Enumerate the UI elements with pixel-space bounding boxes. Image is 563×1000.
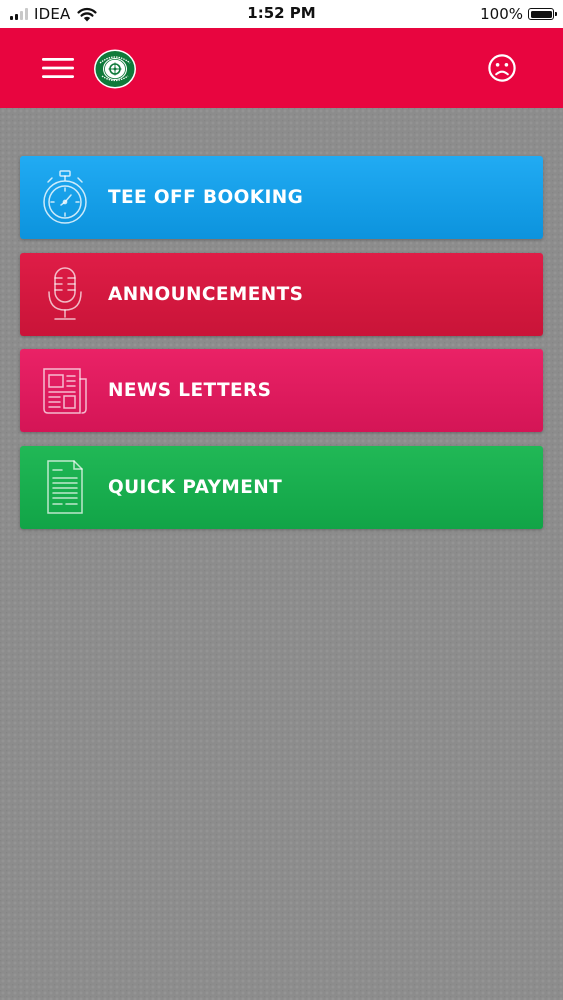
tile-icon-wrap bbox=[40, 458, 90, 516]
hamburger-menu-button[interactable] bbox=[38, 50, 78, 86]
battery-percentage: 100% bbox=[480, 5, 523, 23]
app-header bbox=[0, 28, 563, 108]
sad-face-icon bbox=[488, 54, 516, 82]
tile-icon-wrap bbox=[40, 361, 90, 419]
quick-payment-button[interactable]: QUICK PAYMENT bbox=[20, 446, 543, 529]
tee-off-booking-button[interactable]: TEE OFF BOOKING bbox=[20, 156, 543, 239]
tile-label: ANNOUNCEMENTS bbox=[108, 284, 304, 305]
news-letters-button[interactable]: NEWS LETTERS bbox=[20, 349, 543, 432]
status-time: 1:52 PM bbox=[247, 4, 316, 22]
tile-icon-wrap bbox=[40, 265, 90, 323]
microphone-icon bbox=[48, 267, 82, 320]
tile-label: QUICK PAYMENT bbox=[108, 477, 283, 498]
status-right: 100% bbox=[480, 5, 557, 23]
tile-icon-wrap bbox=[40, 168, 90, 226]
hamburger-icon bbox=[42, 58, 74, 78]
newspaper-icon bbox=[43, 368, 87, 414]
status-bar: IDEA 1:52 PM 100% bbox=[0, 0, 563, 28]
document-icon bbox=[47, 460, 83, 514]
tile-label: TEE OFF BOOKING bbox=[108, 187, 304, 208]
golf-club-logo[interactable] bbox=[93, 49, 137, 89]
stopwatch-icon bbox=[43, 170, 87, 224]
profile-button[interactable] bbox=[482, 48, 522, 88]
battery-icon bbox=[528, 8, 557, 20]
announcements-button[interactable]: ANNOUNCEMENTS bbox=[20, 253, 543, 336]
tile-label: NEWS LETTERS bbox=[108, 380, 272, 401]
